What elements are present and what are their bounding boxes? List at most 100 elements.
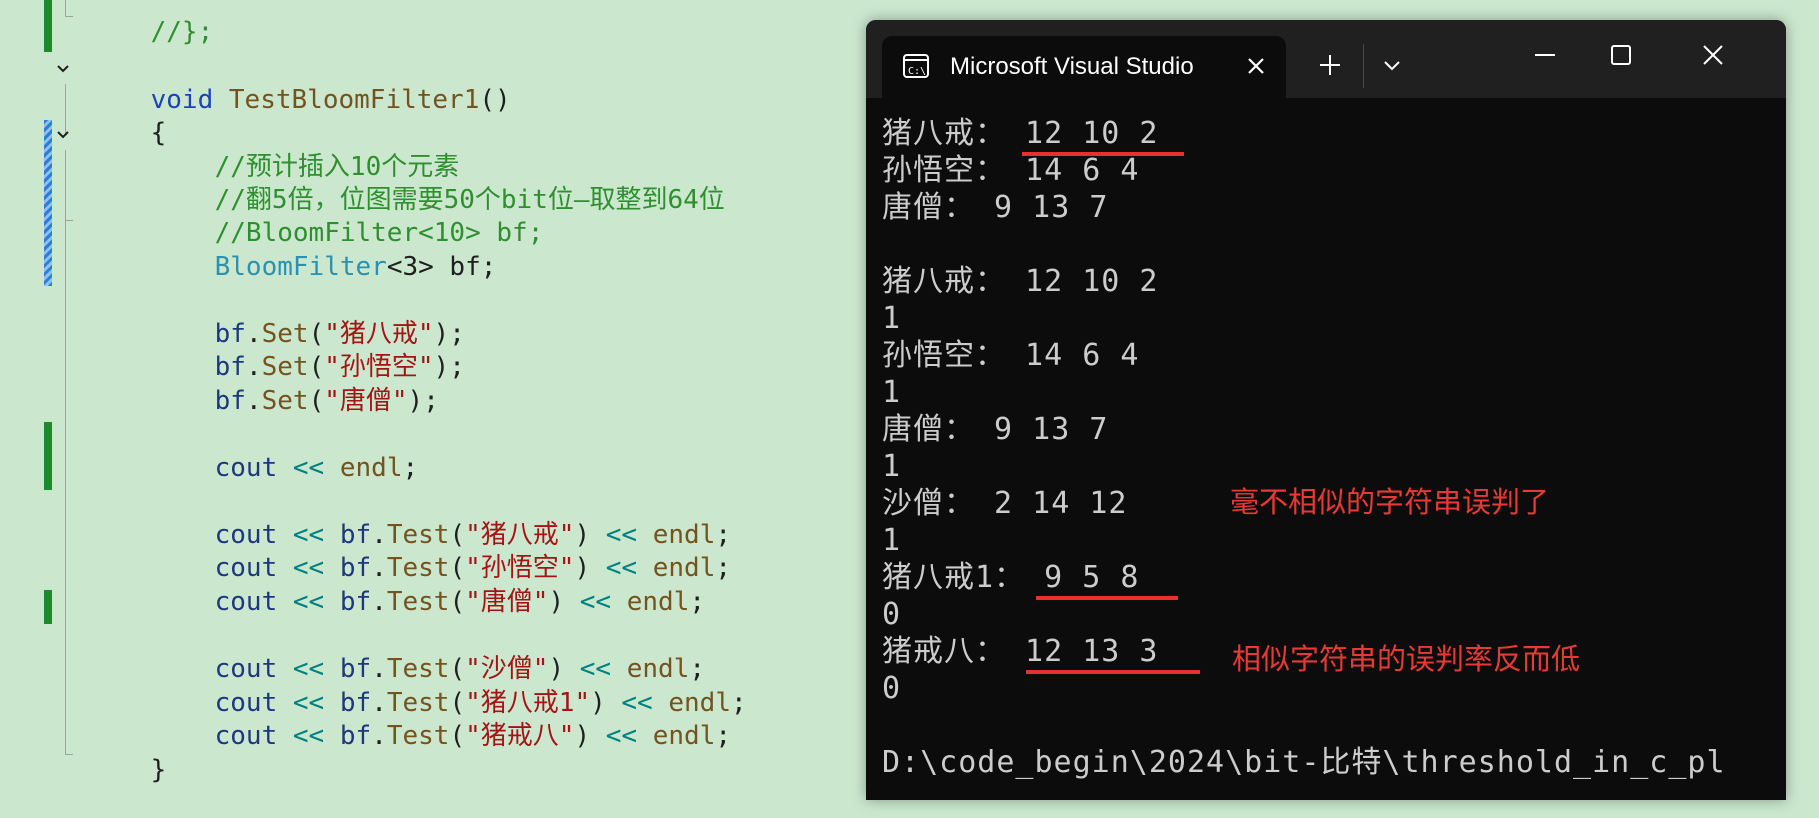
operator: <<: [292, 453, 325, 483]
red-underline: [1036, 596, 1178, 600]
fold-guide-end: [65, 220, 73, 221]
code-line-declaration: BloomFilter<3> bf;: [152, 219, 497, 282]
output-line: 猪八戒1： 9 5 8: [882, 560, 1140, 595]
output-line: 1: [882, 301, 902, 336]
fold-guide: [65, 0, 66, 16]
fold-guide: [65, 150, 66, 754]
code-line: {: [88, 85, 167, 148]
tab-title: Microsoft Visual Studio: [950, 53, 1194, 80]
var-cout: cout: [214, 587, 278, 617]
title-bar[interactable]: C:\ Microsoft Visual Studio: [866, 20, 1786, 98]
quote: ": [391, 386, 408, 416]
string-text: 唐僧: [480, 587, 533, 617]
chevron-down-icon[interactable]: [1377, 50, 1407, 80]
new-tab-icon[interactable]: [1315, 50, 1345, 80]
fold-guide-end: [65, 754, 73, 755]
change-marker-unsaved: [44, 120, 52, 286]
operator: <<: [579, 587, 612, 617]
var-cout: cout: [214, 453, 278, 483]
punct: ;: [423, 386, 439, 416]
quote: ": [532, 587, 549, 617]
punct: (): [479, 85, 511, 115]
quote: ": [558, 721, 575, 751]
code-line-comment: //预计插入10个元素: [152, 119, 460, 182]
punct: ): [548, 587, 565, 617]
minimize-icon[interactable]: [1530, 40, 1560, 70]
output-line: 猪八戒： 12 10 2: [882, 264, 1159, 299]
punct: ): [574, 721, 591, 751]
type-name: BloomFilter: [214, 252, 387, 282]
punct: ;: [449, 352, 465, 382]
operator: <<: [292, 721, 325, 751]
output-line: 1: [882, 449, 902, 484]
endl: endl: [626, 587, 690, 617]
punct: ;: [402, 453, 419, 483]
code-line-comment: //BloomFilter<10> bf;: [152, 185, 544, 248]
code-line-cout: cout << endl;: [152, 420, 419, 483]
fold-guide: [65, 84, 66, 134]
output-line: 1: [882, 523, 902, 558]
code-line-set: bf.Set("唐僧");: [152, 353, 439, 416]
code-line-set: bf.Set("孙悟空");: [152, 319, 465, 382]
code-line-test: cout << bf.Test("猪八戒") << endl;: [152, 487, 731, 550]
output-line: 唐僧： 9 13 7: [882, 412, 1109, 447]
maximize-icon[interactable]: [1606, 40, 1636, 70]
fold-guide-end: [65, 16, 73, 17]
console-icon: C:\: [903, 54, 929, 78]
code-line-signature: void TestBloomFilter1(): [88, 52, 511, 115]
change-marker: [44, 422, 52, 490]
terminal-tab[interactable]: C:\ Microsoft Visual Studio: [882, 36, 1286, 98]
change-marker: [44, 0, 52, 52]
code-editor[interactable]: //}; void TestBloomFilter1() { //预计插入10个…: [0, 0, 870, 785]
output-line: 0: [882, 597, 902, 632]
terminal-window[interactable]: C:\ Microsoft Visual Studio 猪八戒： 12 10 2…: [866, 20, 1786, 800]
punct: .: [245, 386, 262, 416]
output-line: 唐僧： 9 13 7: [882, 190, 1109, 225]
var-bf: bf: [214, 386, 246, 416]
punct: ): [407, 386, 424, 416]
punct: (: [449, 587, 466, 617]
code-line-test: cout << bf.Test("猪八戒1") << endl;: [152, 655, 747, 718]
var-bf: bf: [339, 721, 372, 751]
code-line-test: cout << bf.Test("唐僧") << endl;: [152, 554, 705, 617]
svg-text:C:\: C:\: [908, 66, 926, 77]
prompt-line: D:\code_begin\2024\bit-比特\threshold_in_c…: [882, 745, 1726, 780]
method-test: Test: [386, 587, 450, 617]
operator: <<: [292, 587, 325, 617]
function-name: TestBloomFilter1: [228, 85, 480, 115]
var-bf: bf: [339, 587, 372, 617]
code-line: }: [88, 722, 167, 785]
output-line: 孙悟空： 14 6 4: [882, 153, 1140, 188]
code-line: //};: [88, 0, 214, 47]
method-test: Test: [386, 721, 450, 751]
output-line: 猪戒八： 12 13 3: [882, 634, 1159, 669]
quote: ": [324, 386, 340, 416]
annotation-text: 毫不相似的字符串误判了: [1230, 485, 1550, 519]
punct: (: [308, 386, 325, 416]
output-line: 孙悟空： 14 6 4: [882, 338, 1140, 373]
punct: ;: [715, 553, 732, 583]
code-line-set: bf.Set("猪八戒");: [152, 286, 465, 349]
code-line-comment: //翻5倍，位图需要50个bit位—取整到64位: [152, 152, 725, 215]
annotation-text: 相似字符串的误判率反而低: [1232, 642, 1581, 676]
var-cout: cout: [214, 721, 278, 751]
red-underline: [1022, 152, 1184, 156]
string-literal: "唐僧": [465, 587, 548, 617]
code-line-test: cout << bf.Test("猪戒八") << endl;: [152, 688, 731, 751]
output-line: 0: [882, 671, 902, 706]
change-marker: [44, 590, 52, 624]
close-tab-icon[interactable]: [1242, 52, 1270, 80]
endl: endl: [339, 453, 403, 483]
quote: ": [465, 587, 481, 617]
punct: ;: [689, 587, 706, 617]
fold-chevron-icon[interactable]: [56, 128, 70, 142]
punct: ;: [715, 721, 732, 751]
code-line-test: cout << bf.Test("孙悟空") << endl;: [152, 520, 731, 583]
string-literal: "猪戒八": [465, 721, 574, 751]
quote: ": [465, 721, 481, 751]
fold-chevron-icon[interactable]: [56, 62, 70, 76]
punct: (: [449, 721, 466, 751]
red-underline: [1026, 670, 1200, 674]
punct: .: [371, 721, 387, 751]
close-window-icon[interactable]: [1698, 40, 1728, 70]
